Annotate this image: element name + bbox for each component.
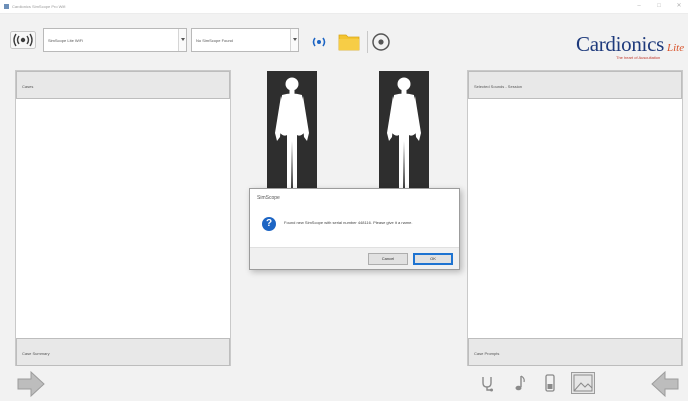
title-bar: Cardionics SimScope Pro Wifi – □ ✕ bbox=[0, 0, 688, 14]
cancel-button[interactable]: Cancel bbox=[368, 253, 408, 265]
simscope-dropdown[interactable]: No SimScope Found bbox=[191, 28, 299, 52]
toolbar: SimScope Lite WiFi No SimScope Found Car… bbox=[0, 14, 688, 70]
signal-broadcast-icon[interactable] bbox=[10, 31, 36, 49]
device-dropdown[interactable]: SimScope Lite WiFi bbox=[43, 28, 187, 52]
logo-brand: Cardionics bbox=[576, 32, 664, 56]
folder-icon[interactable] bbox=[338, 31, 360, 51]
body-figure-front[interactable] bbox=[267, 71, 317, 197]
minimize-button[interactable]: – bbox=[636, 3, 642, 9]
close-button[interactable]: ✕ bbox=[676, 3, 682, 9]
case-prompts-header: Case Prompts bbox=[468, 338, 682, 366]
window-title: Cardionics SimScope Pro Wifi bbox=[12, 4, 66, 9]
logo-tagline: The heart of Auscultation bbox=[616, 55, 661, 60]
info-question-icon: ? bbox=[262, 217, 276, 231]
logo-accent: Lite bbox=[667, 42, 685, 54]
wifi-signal-icon[interactable] bbox=[309, 34, 329, 50]
maximize-button[interactable]: □ bbox=[656, 3, 662, 9]
music-note-icon[interactable] bbox=[514, 374, 526, 392]
image-icon[interactable] bbox=[571, 372, 595, 394]
cases-panel[interactable]: Cases Case Summary bbox=[15, 70, 231, 366]
case-summary-header: Case Summary bbox=[16, 338, 230, 366]
device-dropdown-value: SimScope Lite WiFi bbox=[48, 38, 83, 43]
cases-header-label: Cases bbox=[22, 84, 34, 89]
dialog-footer: Cancel OK bbox=[250, 247, 459, 269]
cases-header: Cases bbox=[16, 71, 230, 99]
case-summary-label: Case Summary bbox=[22, 351, 50, 356]
case-prompts-label: Case Prompts bbox=[474, 351, 500, 356]
selected-sounds-panel[interactable]: Selected Sounds - Session Case Prompts bbox=[467, 70, 683, 366]
new-simscope-dialog: SimScope ? Found new SimScope with seria… bbox=[249, 188, 460, 270]
dialog-message: Found new SimScope with serial number 44… bbox=[284, 220, 413, 225]
window-controls: – □ ✕ bbox=[636, 3, 682, 9]
phone-icon[interactable] bbox=[545, 374, 555, 392]
stethoscope-icon[interactable] bbox=[480, 376, 494, 392]
chevron-down-icon[interactable] bbox=[290, 29, 298, 51]
body-figure-back[interactable] bbox=[379, 71, 429, 197]
ok-button[interactable]: OK bbox=[413, 253, 453, 265]
selected-sounds-label: Selected Sounds - Session bbox=[474, 84, 523, 89]
selected-sounds-header: Selected Sounds - Session bbox=[468, 71, 682, 99]
chevron-down-icon[interactable] bbox=[178, 29, 186, 51]
back-arrow-icon[interactable] bbox=[650, 370, 680, 398]
dialog-title: SimScope bbox=[257, 195, 280, 201]
simscope-dropdown-value: No SimScope Found bbox=[196, 38, 233, 43]
cardionics-logo: Cardionics Lite The heart of Auscultatio… bbox=[560, 32, 684, 62]
human-body-front-icon bbox=[275, 77, 309, 191]
human-body-back-icon bbox=[387, 77, 421, 191]
circle-target-icon[interactable] bbox=[367, 29, 393, 55]
app-icon bbox=[4, 4, 9, 9]
forward-arrow-icon[interactable] bbox=[16, 370, 46, 398]
